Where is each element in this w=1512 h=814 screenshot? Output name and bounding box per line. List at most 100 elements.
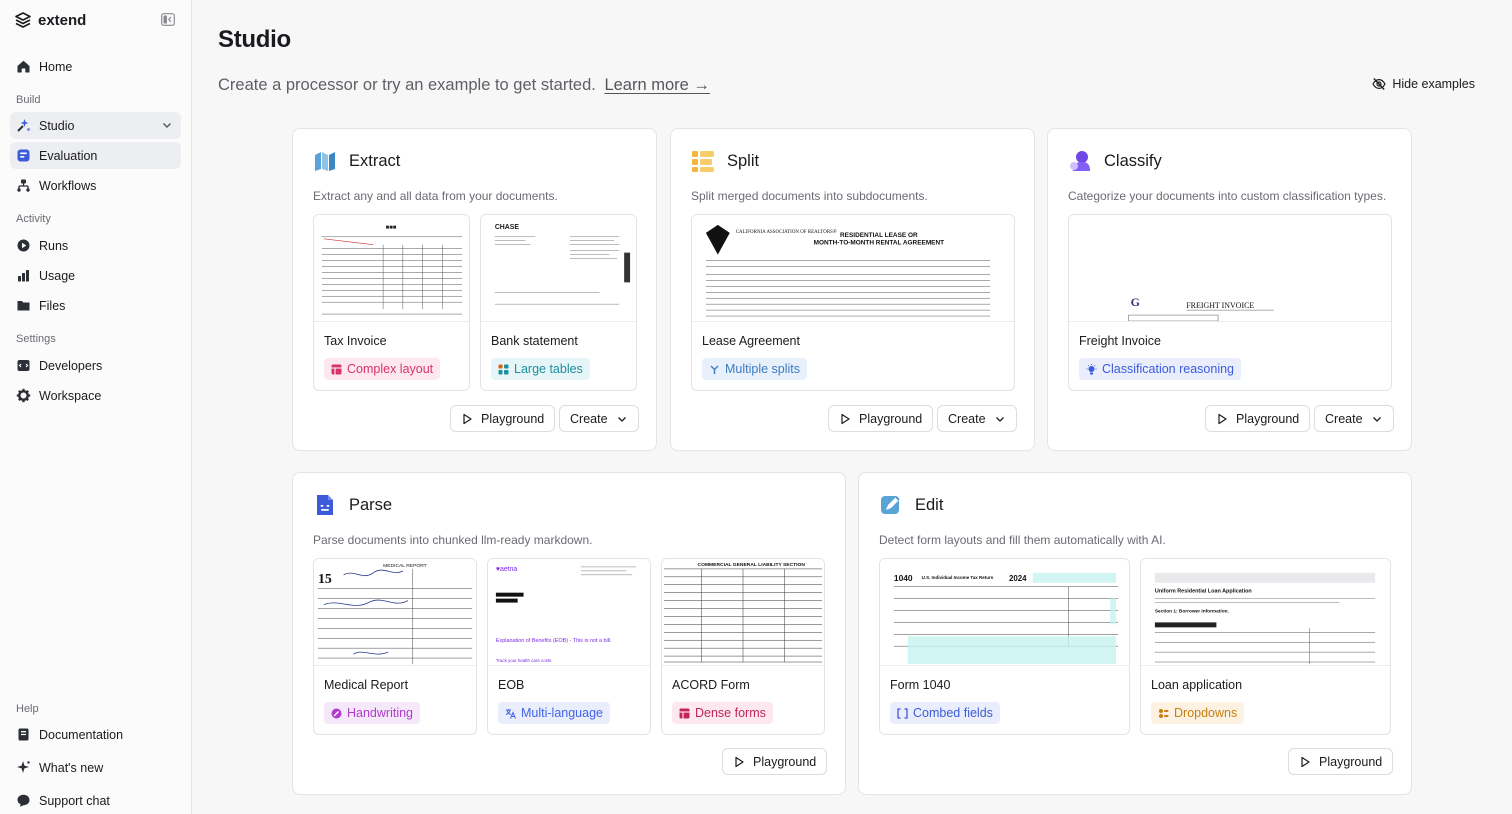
sample-form-1040[interactable]: 1040 U.S. Individual Income Tax Return 2… <box>879 558 1130 735</box>
sidebar-item-usage[interactable]: Usage <box>10 262 181 289</box>
hide-examples-button[interactable]: Hide examples <box>1372 77 1475 91</box>
tag-label: Classification reasoning <box>1102 362 1235 376</box>
eob-brand-text: ♥aetna <box>496 566 518 573</box>
app-name: extend <box>38 11 87 29</box>
form-1040-year: 2024 <box>1009 574 1027 583</box>
card-title: Split <box>727 151 760 170</box>
chevron-down-icon[interactable] <box>161 119 173 131</box>
card-title: Parse <box>349 495 393 514</box>
sample-name: Form 1040 <box>890 678 951 692</box>
play-icon <box>1218 413 1227 424</box>
card-edit: Edit Detect form layouts and fill them a… <box>858 472 1412 795</box>
translate-icon <box>505 708 516 719</box>
tag-dense-forms: Dense forms <box>672 702 773 724</box>
sidebar-item-evaluation[interactable]: Evaluation <box>10 142 181 169</box>
sidebar-item-workflows[interactable]: Workflows <box>10 172 181 199</box>
collapse-sidebar-icon[interactable] <box>161 13 175 26</box>
tag-label: Dense forms <box>695 706 766 720</box>
card-title: Classify <box>1104 151 1162 170</box>
create-button[interactable]: Create <box>937 405 1017 432</box>
button-label: Playground <box>859 411 923 426</box>
playground-button[interactable]: Playground <box>722 748 828 775</box>
create-button[interactable]: Create <box>559 405 639 432</box>
tag-multi-language: Multi-language <box>498 702 610 724</box>
loan-section: Section 1: Borrower Information. <box>1155 608 1229 614</box>
card-classify: Classify Categorize your documents into … <box>1047 128 1412 451</box>
sidebar-item-support-chat[interactable]: Support chat <box>10 787 181 814</box>
studio-icon <box>16 118 31 133</box>
section-build: Build <box>16 94 41 106</box>
evaluation-icon <box>16 148 31 163</box>
chevron-down-icon <box>1372 416 1381 422</box>
sidebar-item-label: Support chat <box>39 793 110 808</box>
pen-icon <box>331 708 342 718</box>
sample-eob[interactable]: ♥aetna Explanation of Benefits (EOB) - T… <box>487 558 651 735</box>
document-thumbnail: G FREIGHT INVOICE <box>1069 215 1391 322</box>
playground-button[interactable]: Playground <box>828 405 934 432</box>
button-label: Playground <box>1319 754 1383 769</box>
subtitle-text: Create a processor or try an example to … <box>218 76 596 94</box>
button-label: Create <box>570 411 608 426</box>
sidebar-item-label: Files <box>39 298 66 313</box>
eob-line-2: Track your health care costs <box>496 658 552 663</box>
sidebar-item-files[interactable]: Files <box>10 292 181 319</box>
sparkle-icon <box>16 760 31 775</box>
svg-text:■■■: ■■■ <box>386 225 397 231</box>
sidebar-item-studio[interactable]: Studio <box>10 112 181 139</box>
sidebar-item-runs[interactable]: Runs <box>10 232 181 259</box>
tag-combed-fields: Combed fields <box>890 702 1000 724</box>
main-content: Studio Create a processor or try an exam… <box>192 0 1512 814</box>
brand[interactable]: extend <box>14 10 86 30</box>
form-1040-number: 1040 <box>894 573 913 583</box>
tag-dropdowns: Dropdowns <box>1151 702 1245 724</box>
sidebar-item-label: Developers <box>39 358 103 373</box>
sample-tax-invoice[interactable]: ■■■ Tax Invoice Complex layout <box>313 214 470 391</box>
tag-label: Handwriting <box>347 706 414 720</box>
split-icon <box>692 151 714 172</box>
tag-label: Multiple splits <box>725 362 801 376</box>
playground-button[interactable]: Playground <box>1288 748 1394 775</box>
tag-large-tables: Large tables <box>491 358 590 380</box>
sidebar-item-documentation[interactable]: Documentation <box>10 721 181 748</box>
play-icon <box>735 756 744 767</box>
chat-bubble-icon <box>16 793 31 808</box>
playground-button[interactable]: Playground <box>1205 405 1311 432</box>
sidebar-item-developers[interactable]: Developers <box>10 352 181 379</box>
bar-chart-icon <box>16 268 31 283</box>
tag-handwriting: Handwriting <box>324 702 421 724</box>
tag-label: Multi-language <box>521 706 603 720</box>
sample-acord-form[interactable]: COMMERCIAL GENERAL LIABILITY SECTION ACO… <box>661 558 825 735</box>
card-description: Detect form layouts and fill them automa… <box>879 533 1166 547</box>
sidebar-item-home[interactable]: Home <box>10 53 181 80</box>
document-thumbnail: 15 MEDICAL REPORT <box>314 559 476 666</box>
sample-bank-statement[interactable]: CHASE Bank statement Large tables <box>480 214 637 391</box>
layout-icon <box>331 364 342 374</box>
card-title: Edit <box>915 495 944 514</box>
sample-lease-agreement[interactable]: CALIFORNIA ASSOCIATION OF REALTORS® RESI… <box>691 214 1015 391</box>
sidebar-item-workspace[interactable]: Workspace <box>10 382 181 409</box>
sample-freight-invoice[interactable]: G FREIGHT INVOICE Freight Invoice Classi… <box>1068 214 1392 391</box>
learn-more-link[interactable]: Learn more → <box>604 76 709 94</box>
sample-medical-report[interactable]: 15 MEDICAL REPORT Medical Report Handwri… <box>313 558 477 735</box>
sample-name: Freight Invoice <box>1079 334 1161 348</box>
lease-heading-2: MONTH-TO-MONTH RENTAL AGREEMENT <box>814 240 945 247</box>
eye-off-icon <box>1372 78 1387 90</box>
button-label: Create <box>948 411 986 426</box>
sidebar-item-label: Usage <box>39 268 76 283</box>
eob-line: Explanation of Benefits (EOB) - This is … <box>496 638 612 644</box>
playground-button[interactable]: Playground <box>450 405 556 432</box>
sample-name: ACORD Form <box>672 678 750 692</box>
extend-logo-icon <box>15 12 31 28</box>
play-icon <box>841 413 850 424</box>
button-label: Create <box>1325 411 1363 426</box>
sample-loan-application[interactable]: Uniform Residential Loan Application Sec… <box>1140 558 1391 735</box>
form-icon <box>679 708 690 718</box>
medical-heading: MEDICAL REPORT <box>383 563 427 569</box>
play-icon <box>1301 756 1310 767</box>
sidebar-item-whats-new[interactable]: What's new <box>10 754 181 781</box>
create-button[interactable]: Create <box>1314 405 1394 432</box>
play-icon <box>463 413 472 424</box>
chevron-down-icon <box>617 416 626 422</box>
sidebar-item-label: Home <box>39 59 73 74</box>
tag-label: Combed fields <box>913 706 993 720</box>
